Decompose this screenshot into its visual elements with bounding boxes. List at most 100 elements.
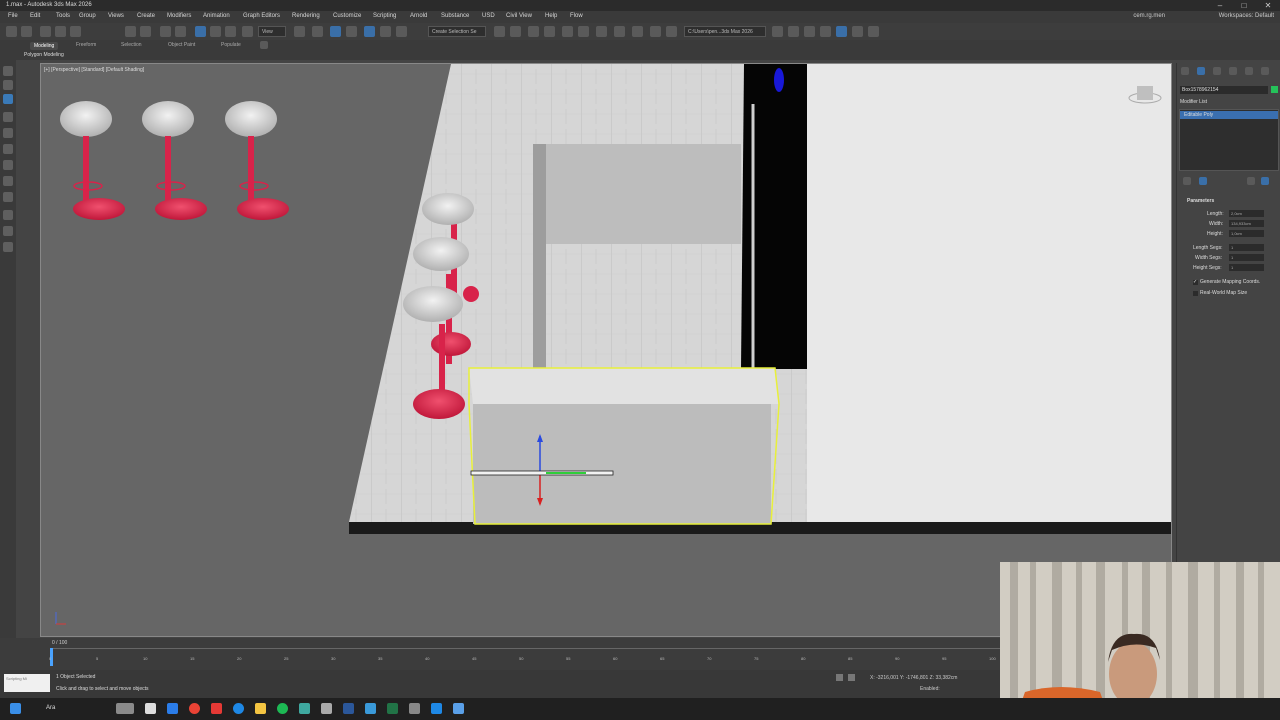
menu-substance[interactable]: Substance [441, 13, 469, 19]
bind-space-warp-icon[interactable] [70, 26, 81, 37]
viewport-label[interactable]: [+] [Perspective] [Standard] [Default Sh… [44, 67, 144, 73]
reference-coordinate-dropdown[interactable]: View [258, 26, 286, 37]
object-color-swatch[interactable] [1271, 86, 1278, 93]
tab-selection[interactable]: Selection [121, 42, 142, 48]
ribbon-panel-label[interactable]: Polygon Modeling [24, 52, 64, 58]
filter-helpers-icon[interactable] [3, 176, 13, 186]
link-icon[interactable] [40, 26, 51, 37]
place-icon[interactable] [242, 26, 253, 37]
word-icon[interactable] [343, 703, 354, 714]
motion-tab-icon[interactable] [1229, 67, 1237, 75]
menu-group[interactable]: Group [79, 13, 96, 19]
time-slider[interactable]: 0 / 100 [52, 640, 67, 646]
close-button[interactable]: ✕ [1260, 1, 1276, 10]
menu-edit[interactable]: Edit [30, 13, 40, 19]
hierarchy-tab-icon[interactable] [1213, 67, 1221, 75]
display-tab-icon[interactable] [1245, 67, 1253, 75]
refresh-icon[interactable] [868, 26, 879, 37]
filter-shapes-icon[interactable] [3, 128, 13, 138]
excel-icon[interactable] [387, 703, 398, 714]
render-production-icon[interactable] [666, 26, 677, 37]
absolute-mode-icon[interactable] [848, 674, 855, 681]
opera-icon[interactable] [211, 703, 222, 714]
app-icon-3[interactable] [365, 703, 376, 714]
menu-usd[interactable]: USD [482, 13, 495, 19]
scene-explorer-icon[interactable] [3, 66, 13, 76]
file-explorer-icon[interactable] [255, 703, 266, 714]
keyboard-shortcut-override-icon[interactable] [312, 26, 323, 37]
project-folder-icon[interactable] [788, 26, 799, 37]
chrome-icon[interactable] [189, 703, 200, 714]
filter-xrefs-icon[interactable] [3, 226, 13, 236]
spinner-snap-icon[interactable] [380, 26, 391, 37]
app-icon-5[interactable] [431, 703, 442, 714]
toggle-ribbon-icon[interactable] [562, 26, 573, 37]
rendered-frame-window-icon[interactable] [650, 26, 661, 37]
mirror-icon[interactable] [494, 26, 505, 37]
coordinate-display[interactable]: X: -3216,001 Y: -1746,801 Z: 33,382cm [870, 675, 957, 681]
tab-modeling[interactable]: Modeling [30, 42, 59, 50]
select-and-rotate-icon[interactable] [210, 26, 221, 37]
menu-views[interactable]: Views [108, 13, 124, 19]
render-setup-icon[interactable] [632, 26, 643, 37]
menu-modifiers[interactable]: Modifiers [167, 13, 191, 19]
redo-icon[interactable] [21, 26, 32, 37]
selected-box[interactable] [473, 404, 771, 524]
open-explorer-icon[interactable] [772, 26, 783, 37]
parameters-rollout-title[interactable]: Parameters [1187, 198, 1214, 204]
filter-lights-icon[interactable] [3, 144, 13, 154]
configure-sets-icon[interactable] [1247, 177, 1255, 185]
pin-stack-icon[interactable] [1183, 177, 1191, 185]
tab-object-paint[interactable]: Object Paint [168, 42, 195, 48]
unlink-icon[interactable] [55, 26, 66, 37]
undo-icon[interactable] [6, 26, 17, 37]
length-segs-field[interactable]: 1 [1229, 244, 1264, 251]
modify-tab-icon[interactable] [1197, 67, 1205, 75]
mapping-coords-checkbox[interactable]: ✓ [1193, 280, 1198, 285]
menu-flow[interactable]: Flow [570, 13, 583, 19]
select-and-scale-icon[interactable] [225, 26, 236, 37]
maximize-button[interactable]: □ [1236, 1, 1252, 10]
timeline[interactable]: 0 / 100 0 5 10 15 20 25 30 35 40 45 50 55 60 65 70 75 80… [0, 638, 1002, 670]
select-and-move-icon[interactable] [195, 26, 206, 37]
pivot-center-icon[interactable] [294, 26, 305, 37]
spotify-icon[interactable] [277, 703, 288, 714]
edge-icon[interactable] [233, 703, 244, 714]
sort-icon[interactable] [3, 80, 13, 90]
align-icon[interactable] [510, 26, 521, 37]
schematic-view-icon[interactable] [596, 26, 607, 37]
window-crossing-icon[interactable] [175, 26, 186, 37]
height-field[interactable]: 1,0cm [1229, 230, 1264, 237]
menu-scripting[interactable]: Scripting [373, 13, 396, 19]
maxscript-listener[interactable]: Scripting Mi [4, 674, 50, 692]
windows-start-icon[interactable] [10, 703, 21, 714]
tab-populate[interactable]: Populate [221, 42, 241, 48]
edit-named-selection-icon[interactable] [396, 26, 407, 37]
ribbon-options-icon[interactable] [260, 41, 268, 49]
width-field[interactable]: 134,933cm [1229, 220, 1264, 227]
selection-region-icon[interactable] [160, 26, 171, 37]
filter-groups-icon[interactable] [3, 210, 13, 220]
viewport-layout-icon[interactable] [820, 26, 831, 37]
workspace-selector[interactable]: Workspaces: Default [1219, 13, 1274, 19]
menu-tools[interactable]: Tools [56, 13, 70, 19]
arnold-render-icon[interactable] [836, 26, 847, 37]
menu-rendering[interactable]: Rendering [292, 13, 320, 19]
select-by-name-icon[interactable] [140, 26, 151, 37]
filter-cameras-icon[interactable] [3, 160, 13, 170]
3dsmax-icon[interactable] [299, 703, 310, 714]
arnold-ipr-icon[interactable] [852, 26, 863, 37]
user-account[interactable]: cem.rg.men [1133, 13, 1165, 19]
percent-snap-icon[interactable] [364, 26, 375, 37]
minimize-button[interactable]: – [1212, 1, 1228, 10]
layer-explorer-icon[interactable] [544, 26, 555, 37]
filter-space-warps-icon[interactable] [3, 192, 13, 202]
display-none-icon[interactable] [3, 94, 13, 104]
widgets-icon[interactable] [116, 703, 134, 714]
select-object-icon[interactable] [125, 26, 136, 37]
menu-civil-view[interactable]: Civil View [506, 13, 532, 19]
filter-bones-icon[interactable] [3, 242, 13, 252]
lock-selection-icon[interactable] [836, 674, 843, 681]
curve-editor-icon[interactable] [578, 26, 589, 37]
app-icon-4[interactable] [409, 703, 420, 714]
